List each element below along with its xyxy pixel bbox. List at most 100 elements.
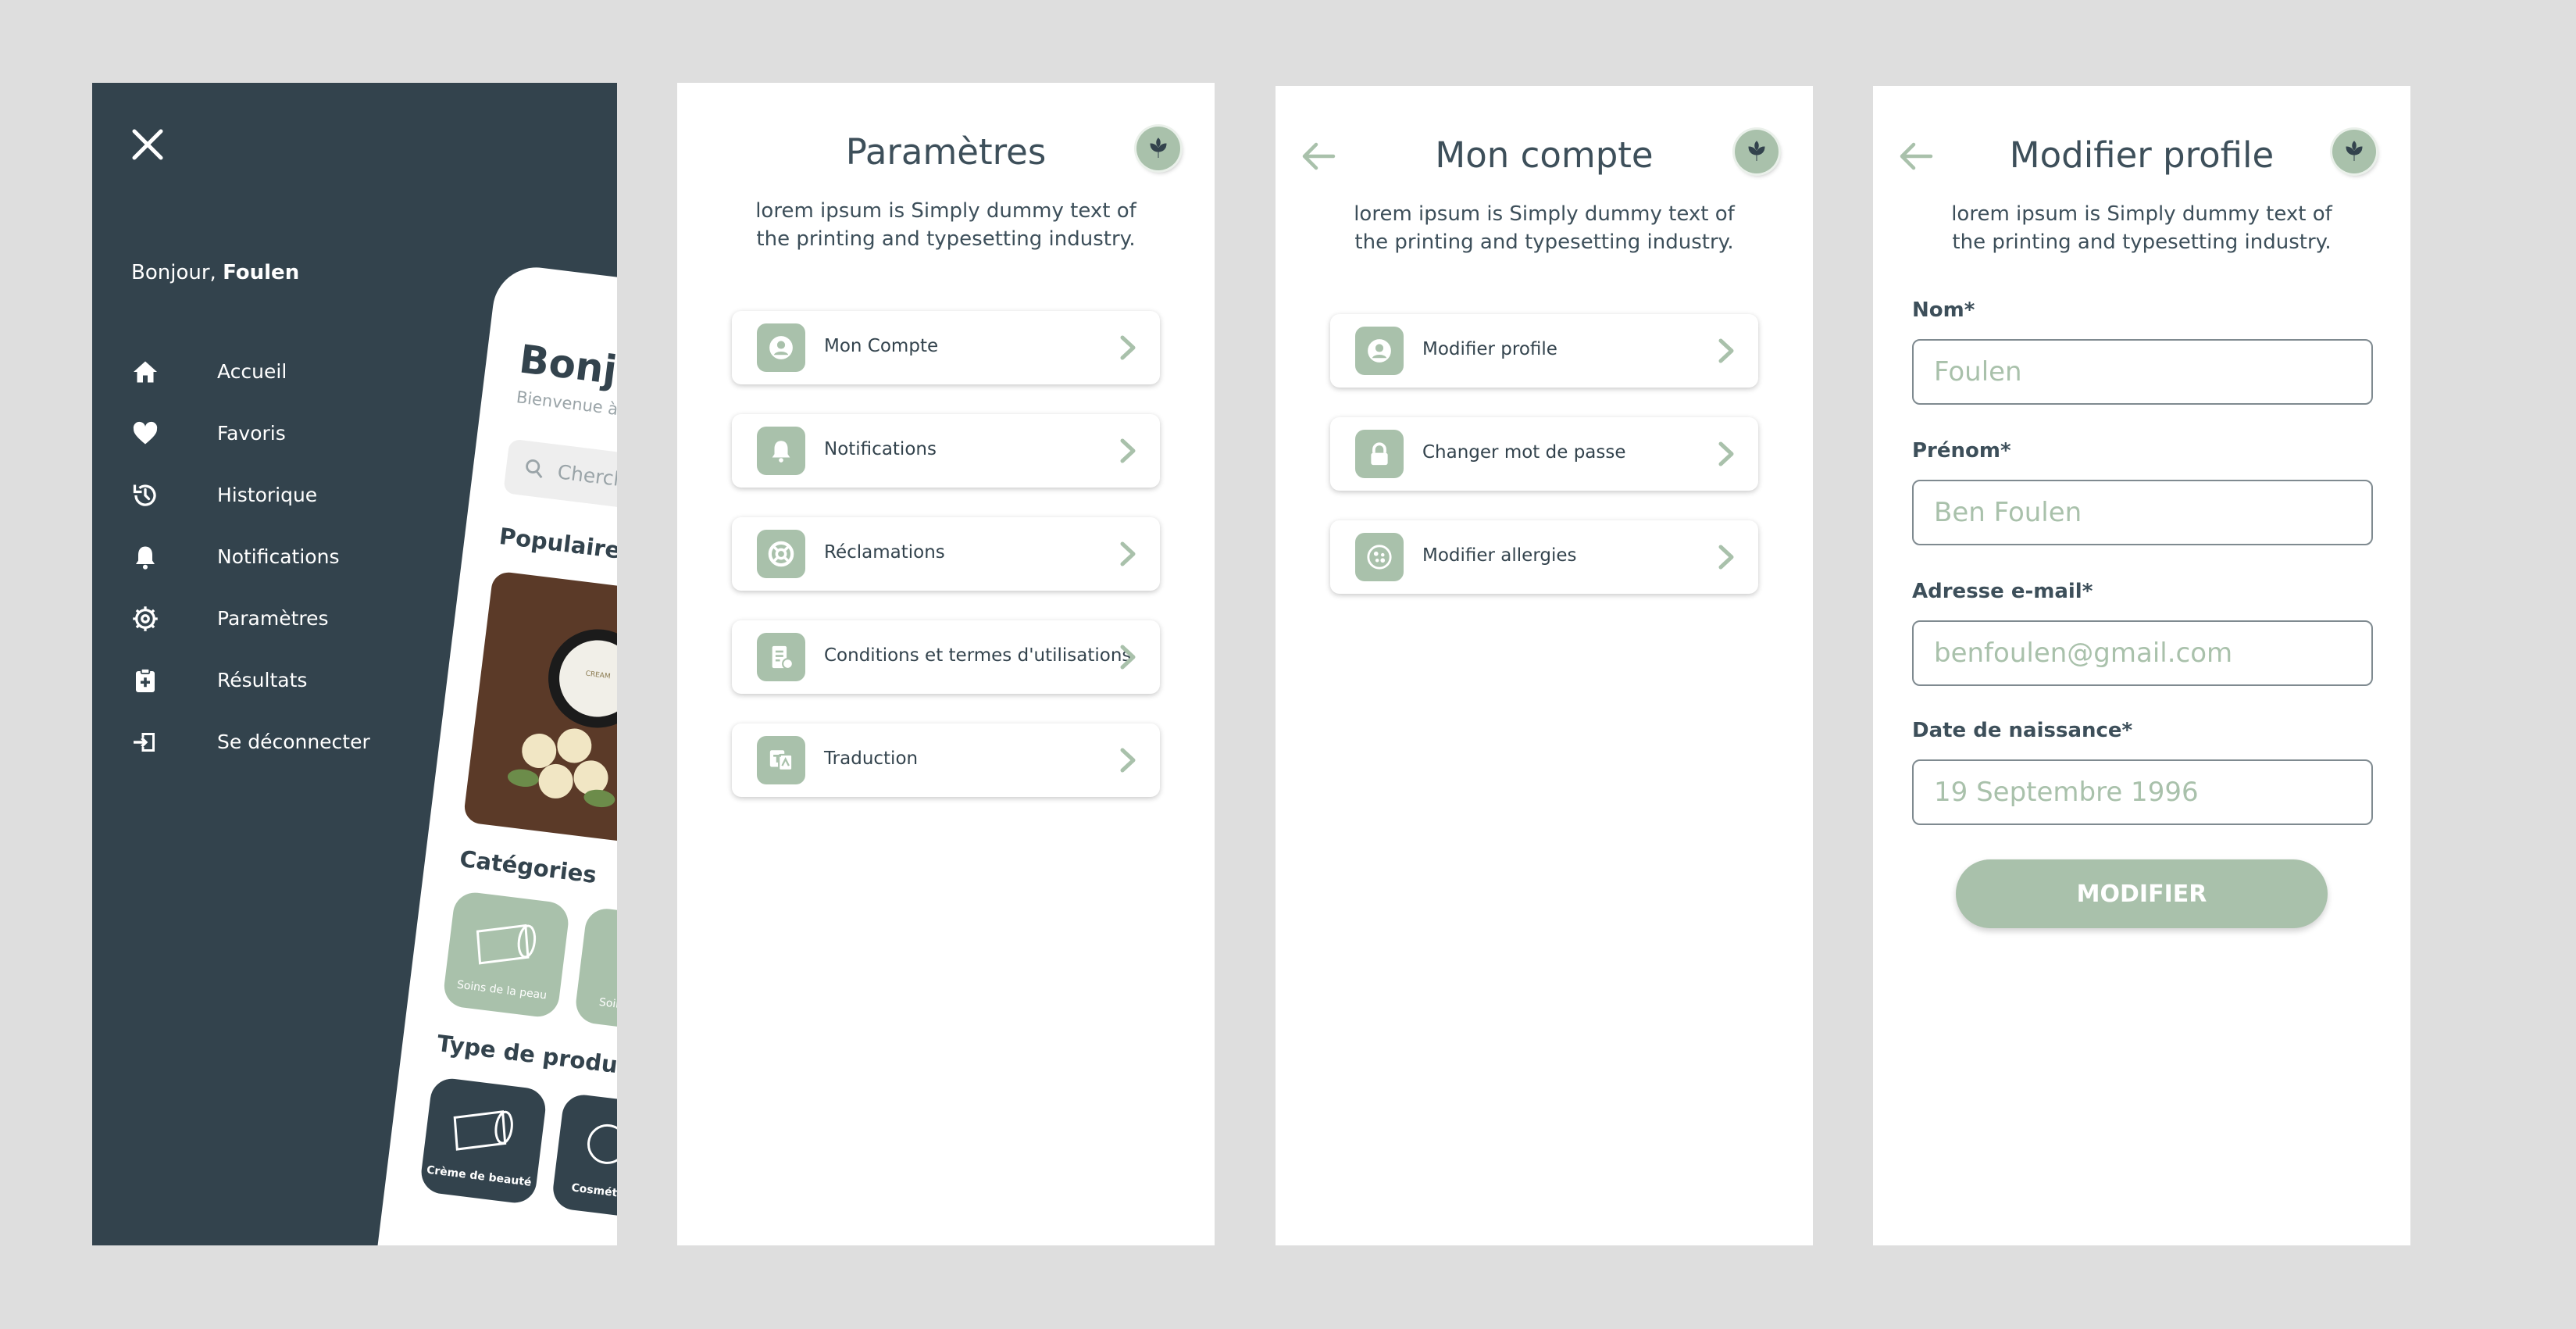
option-label: Modifier allergies [1422, 545, 1577, 566]
email-field[interactable] [1912, 620, 2373, 686]
menu-item-favoris[interactable]: Favoris [130, 402, 370, 464]
page-description: lorem ipsum is Simply dummy text of the … [1951, 202, 2332, 254]
birthdate-label: Date de naissance* [1912, 719, 2133, 742]
option-changer-mot-de-passe[interactable]: Changer mot de passe [1330, 417, 1758, 491]
account-screen: Mon compte lorem ipsum is Simply dummy t… [1276, 86, 1813, 1245]
clipboard-icon [130, 665, 161, 696]
option-modifier-profile[interactable]: Modifier profile [1330, 314, 1758, 388]
bell-icon [757, 427, 805, 475]
modifier-button[interactable]: MODIFIER [1956, 859, 2328, 928]
avatar[interactable] [2332, 130, 2376, 173]
prenom-label: Prénom* [1912, 439, 2011, 463]
option-traduction[interactable]: Traduction [732, 723, 1160, 797]
chevron-right-icon [1711, 438, 1743, 470]
chevron-right-icon [1113, 331, 1144, 364]
birthdate-field[interactable] [1912, 759, 2373, 825]
option-label: Changer mot de passe [1422, 442, 1626, 463]
menu-label: Notifications [217, 545, 340, 568]
preview-type-card: Crème de beauté [419, 1076, 548, 1206]
heart-icon [130, 418, 161, 449]
option-label: Mon Compte [824, 336, 939, 356]
logout-icon [130, 727, 161, 758]
option-reclamations[interactable]: Réclamations [732, 517, 1160, 591]
nom-label: Nom* [1912, 298, 1975, 322]
page-description: lorem ipsum is Simply dummy text of the … [755, 199, 1136, 251]
menu-label: Favoris [217, 422, 286, 445]
option-conditions[interactable]: Conditions et termes d'utilisations [732, 620, 1160, 694]
home-preview: Bonjour Bienvenue à Nur Chercher Populai… [370, 263, 617, 1245]
chevron-right-icon [1113, 434, 1144, 467]
menu-item-resultats[interactable]: Résultats [130, 649, 370, 711]
hair-icon [597, 920, 617, 999]
chevron-right-icon [1113, 538, 1144, 570]
plant-logo-icon [1748, 141, 1765, 161]
cream-tube-icon [476, 924, 537, 965]
chevron-right-icon [1113, 641, 1144, 673]
menu-item-notifications[interactable]: Notifications [130, 526, 370, 588]
greeting: Bonjour, Foulen [131, 261, 299, 284]
chevron-right-icon [1711, 334, 1743, 367]
preview-type-label: Cosmétiques [570, 1181, 617, 1204]
preview-category-card: Soins de la peau [441, 890, 571, 1020]
translate-icon [757, 736, 805, 784]
option-modifier-allergies[interactable]: Modifier allergies [1330, 520, 1758, 594]
greeting-name: Foulen [223, 261, 300, 284]
email-label: Adresse e-mail* [1912, 580, 2093, 603]
cream-jar: CREAM [542, 623, 617, 734]
option-label: Notifications [824, 439, 937, 459]
preview-subtitle: Bienvenue à Nur [515, 388, 617, 423]
preview-category-card: Soins de che [573, 906, 617, 1036]
menu-label: Résultats [217, 669, 308, 691]
option-label: Traduction [824, 748, 919, 769]
option-label: Modifier profile [1422, 339, 1557, 359]
drawer-screen: Bonjour, Foulen Accueil Favoris Historiq… [92, 83, 617, 1245]
menu-label: Paramètres [217, 607, 329, 630]
preview-categories-title: Catégories [458, 845, 598, 889]
edit-profile-screen: Modifier profile lorem ipsum is Simply d… [1873, 86, 2410, 1245]
option-label: Réclamations [824, 542, 945, 563]
prenom-field[interactable] [1912, 480, 2373, 545]
avatar[interactable] [1735, 130, 1779, 173]
plant-logo-icon [1150, 138, 1167, 158]
cream-tube-icon [453, 1110, 513, 1151]
option-notifications[interactable]: Notifications [732, 414, 1160, 488]
nom-field[interactable] [1912, 339, 2373, 405]
preview-product-image: CREAM [462, 570, 617, 862]
gear-icon [130, 603, 161, 634]
user-icon [757, 323, 805, 372]
page-title: Paramètres [845, 131, 1047, 173]
user-icon [1355, 327, 1404, 375]
settings-screen: Paramètres lorem ipsum is Simply dummy t… [677, 83, 1215, 1245]
page-title: Mon compte [1435, 134, 1654, 176]
preview-category-label: Soins de la peau [456, 978, 548, 1002]
lock-icon [1355, 430, 1404, 478]
plant-logo-icon [2346, 141, 2363, 161]
menu-item-deconnecter[interactable]: Se déconnecter [130, 711, 370, 773]
preview-search: Chercher [503, 438, 617, 538]
menu-label: Accueil [217, 360, 287, 383]
avatar[interactable] [1136, 127, 1180, 170]
close-icon[interactable] [130, 127, 166, 163]
preview-search-placeholder: Chercher [556, 460, 617, 494]
preview-tab-populaire: Populaire [498, 522, 617, 564]
chevron-right-icon [1113, 744, 1144, 777]
preview-type-label: Crème de beauté [426, 1163, 533, 1189]
drawer-menu: Accueil Favoris Historique Notifications… [130, 341, 370, 773]
allergy-icon [1355, 533, 1404, 581]
menu-label: Se déconnecter [217, 731, 370, 753]
bell-icon [130, 541, 161, 573]
history-icon [130, 480, 161, 511]
menu-item-accueil[interactable]: Accueil [130, 341, 370, 402]
search-icon [526, 459, 543, 479]
menu-item-historique[interactable]: Historique [130, 464, 370, 526]
document-icon [757, 633, 805, 681]
menu-item-parametres[interactable]: Paramètres [130, 588, 370, 649]
menu-label: Historique [217, 484, 318, 506]
home-icon [130, 356, 161, 388]
page-description: lorem ipsum is Simply dummy text of the … [1354, 202, 1735, 254]
preview-types-title: Type de produit [435, 1030, 617, 1081]
chevron-right-icon [1711, 541, 1743, 573]
option-mon-compte[interactable]: Mon Compte [732, 311, 1160, 384]
page-title: Modifier profile [2009, 134, 2275, 176]
preview-type-card: Cosmétiques [551, 1092, 617, 1222]
